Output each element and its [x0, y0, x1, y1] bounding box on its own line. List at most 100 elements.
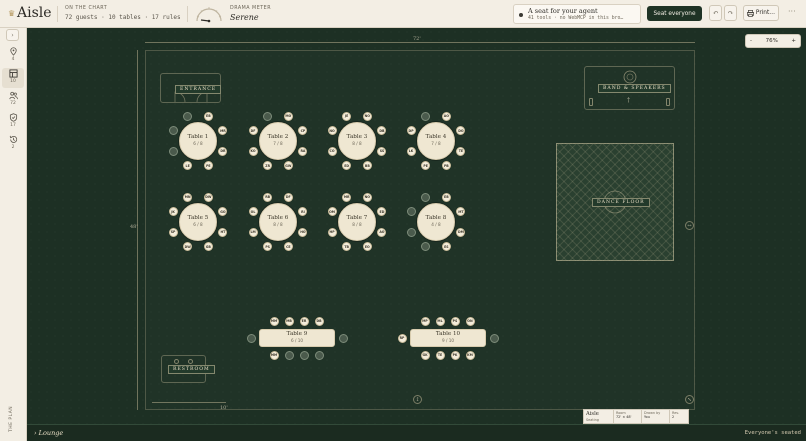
toilet-icon: [188, 359, 193, 364]
empty-seat[interactable]: [168, 126, 178, 136]
empty-seat[interactable]: [284, 350, 294, 360]
width-dimension: 72': [413, 36, 421, 42]
status-dot-icon: [519, 13, 523, 17]
guest-seat[interactable]: NO: [362, 192, 372, 202]
guest-seat[interactable]: DP: [406, 126, 416, 136]
guest-seat[interactable]: HP: [327, 227, 337, 237]
empty-seat[interactable]: [338, 333, 348, 343]
titleblock-rev-value: 2: [672, 415, 675, 420]
round-table[interactable]: Table 2 7 / 8: [259, 122, 297, 160]
guest-seat[interactable]: MM: [269, 316, 279, 326]
guest-seat[interactable]: JK: [168, 207, 178, 217]
width-dimension-line: [145, 42, 695, 43]
guest-seat[interactable]: CO: [327, 146, 337, 156]
zoom-in-button[interactable]: +: [791, 38, 796, 44]
divider: [57, 6, 58, 22]
empty-seat[interactable]: [421, 111, 431, 121]
round-table[interactable]: Table 6 8 / 8: [259, 203, 297, 241]
empty-seat[interactable]: [246, 333, 256, 343]
guest-seat[interactable]: SP: [168, 227, 178, 237]
expand-rail-button[interactable]: ›: [6, 29, 19, 41]
band-label: Band & Speakers: [598, 84, 671, 93]
guest-seat[interactable]: KO: [248, 146, 258, 156]
height-dimension-line: [137, 50, 138, 410]
zoom-out-button[interactable]: -: [750, 38, 752, 44]
resize-width-handle[interactable]: ↔: [685, 221, 694, 230]
table-count: 8 / 8: [352, 222, 362, 228]
resize-corner-handle[interactable]: ⤡: [685, 395, 694, 404]
round-table[interactable]: Table 1 6 / 8: [179, 122, 217, 160]
guest-seat[interactable]: LM: [248, 227, 258, 237]
empty-seat[interactable]: [314, 350, 324, 360]
rail-item-rules[interactable]: 17: [2, 112, 24, 132]
rail-item-tables[interactable]: 10: [2, 68, 24, 88]
empty-seat[interactable]: [168, 146, 178, 156]
venue-name: Lounge: [38, 429, 64, 437]
banquet-table[interactable]: Table 10 9 / 10: [410, 329, 486, 347]
empty-seat[interactable]: [489, 333, 499, 343]
guest-seat[interactable]: EB: [203, 111, 213, 121]
titleblock-brand-sub: Seating: [586, 417, 599, 422]
guest-seat[interactable]: NO: [327, 126, 337, 136]
guest-seat[interactable]: OL: [248, 207, 258, 217]
guest-seat[interactable]: EB: [441, 192, 451, 202]
round-table[interactable]: Table 3 8 / 8: [338, 122, 376, 160]
guest-seat[interactable]: DB: [314, 316, 324, 326]
table-count: 6 / 10: [290, 338, 304, 344]
empty-seat[interactable]: [299, 350, 309, 360]
undo-icon[interactable]: ↶: [709, 5, 722, 21]
guest-seat[interactable]: ER: [299, 316, 309, 326]
speaker-icon: [589, 98, 593, 106]
round-table[interactable]: Table 8 4 / 8: [417, 203, 455, 241]
guest-seat[interactable]: MN: [183, 192, 193, 202]
zoom-level: 76%: [765, 38, 778, 44]
guest-seat[interactable]: MO: [283, 111, 293, 121]
guest-seat[interactable]: DF: [283, 192, 293, 202]
guest-seat[interactable]: TE: [435, 350, 445, 360]
guest-seat[interactable]: KM: [465, 350, 475, 360]
print-button[interactable]: Print…: [743, 5, 779, 21]
guest-seat[interactable]: DF: [248, 126, 258, 136]
banquet-table[interactable]: Table 9 6 / 10: [259, 329, 335, 347]
guest-seat[interactable]: DW: [203, 192, 213, 202]
guest-seat[interactable]: MR: [342, 192, 352, 202]
empty-seat[interactable]: [406, 227, 416, 237]
empty-seat[interactable]: [183, 111, 193, 121]
agent-subtitle: 41 tools · no WebMCP in this bro…: [528, 16, 624, 21]
guest-seat[interactable]: ON: [465, 316, 475, 326]
more-icon[interactable]: ···: [788, 7, 796, 16]
location-pin-icon: [9, 47, 17, 56]
resize-height-handle[interactable]: ↕: [413, 395, 422, 404]
guest-seat[interactable]: RP: [397, 333, 407, 343]
guest-seat[interactable]: JE: [342, 111, 352, 121]
empty-seat[interactable]: [406, 207, 416, 217]
seat-everyone-button[interactable]: Seat everyone: [647, 6, 702, 21]
guest-seat[interactable]: PS: [450, 316, 460, 326]
chart-stats: 72 guests · 10 tables · 17 rules: [65, 14, 181, 21]
rail-item-guests[interactable]: 72: [2, 90, 24, 110]
guest-seat[interactable]: RB: [263, 192, 273, 202]
guest-seat[interactable]: GK: [420, 350, 430, 360]
toilet-icon: [174, 359, 179, 364]
venue-selector[interactable]: › Lounge: [34, 429, 63, 437]
guest-seat[interactable]: LK: [406, 146, 416, 156]
round-table[interactable]: Table 4 7 / 8: [417, 122, 455, 160]
round-table[interactable]: Table 7 8 / 8: [338, 203, 376, 241]
empty-seat[interactable]: [421, 192, 431, 202]
empty-seat[interactable]: [263, 111, 273, 121]
round-table[interactable]: Table 5 6 / 8: [179, 203, 217, 241]
guest-seat[interactable]: ML: [435, 316, 445, 326]
guest-seat[interactable]: MM: [269, 350, 279, 360]
guest-seat[interactable]: OM: [327, 207, 337, 217]
dance-floor-label: Dance Floor: [592, 198, 650, 207]
guest-seat[interactable]: PK: [450, 350, 460, 360]
redo-icon[interactable]: ↷: [724, 5, 737, 21]
rail-item-venues[interactable]: 4: [2, 46, 24, 66]
guest-seat[interactable]: AO: [441, 111, 451, 121]
rail-item-history[interactable]: 2: [2, 134, 24, 154]
agent-panel[interactable]: A seat for your agent 41 tools · no WebM…: [513, 4, 641, 24]
floor-plan-canvas[interactable]: 72' 48' 10' Entrance † Band & Speakers D…: [27, 28, 806, 424]
guest-seat[interactable]: NO: [362, 111, 372, 121]
guest-seat[interactable]: MP: [420, 316, 430, 326]
guest-seat[interactable]: MB: [284, 316, 294, 326]
